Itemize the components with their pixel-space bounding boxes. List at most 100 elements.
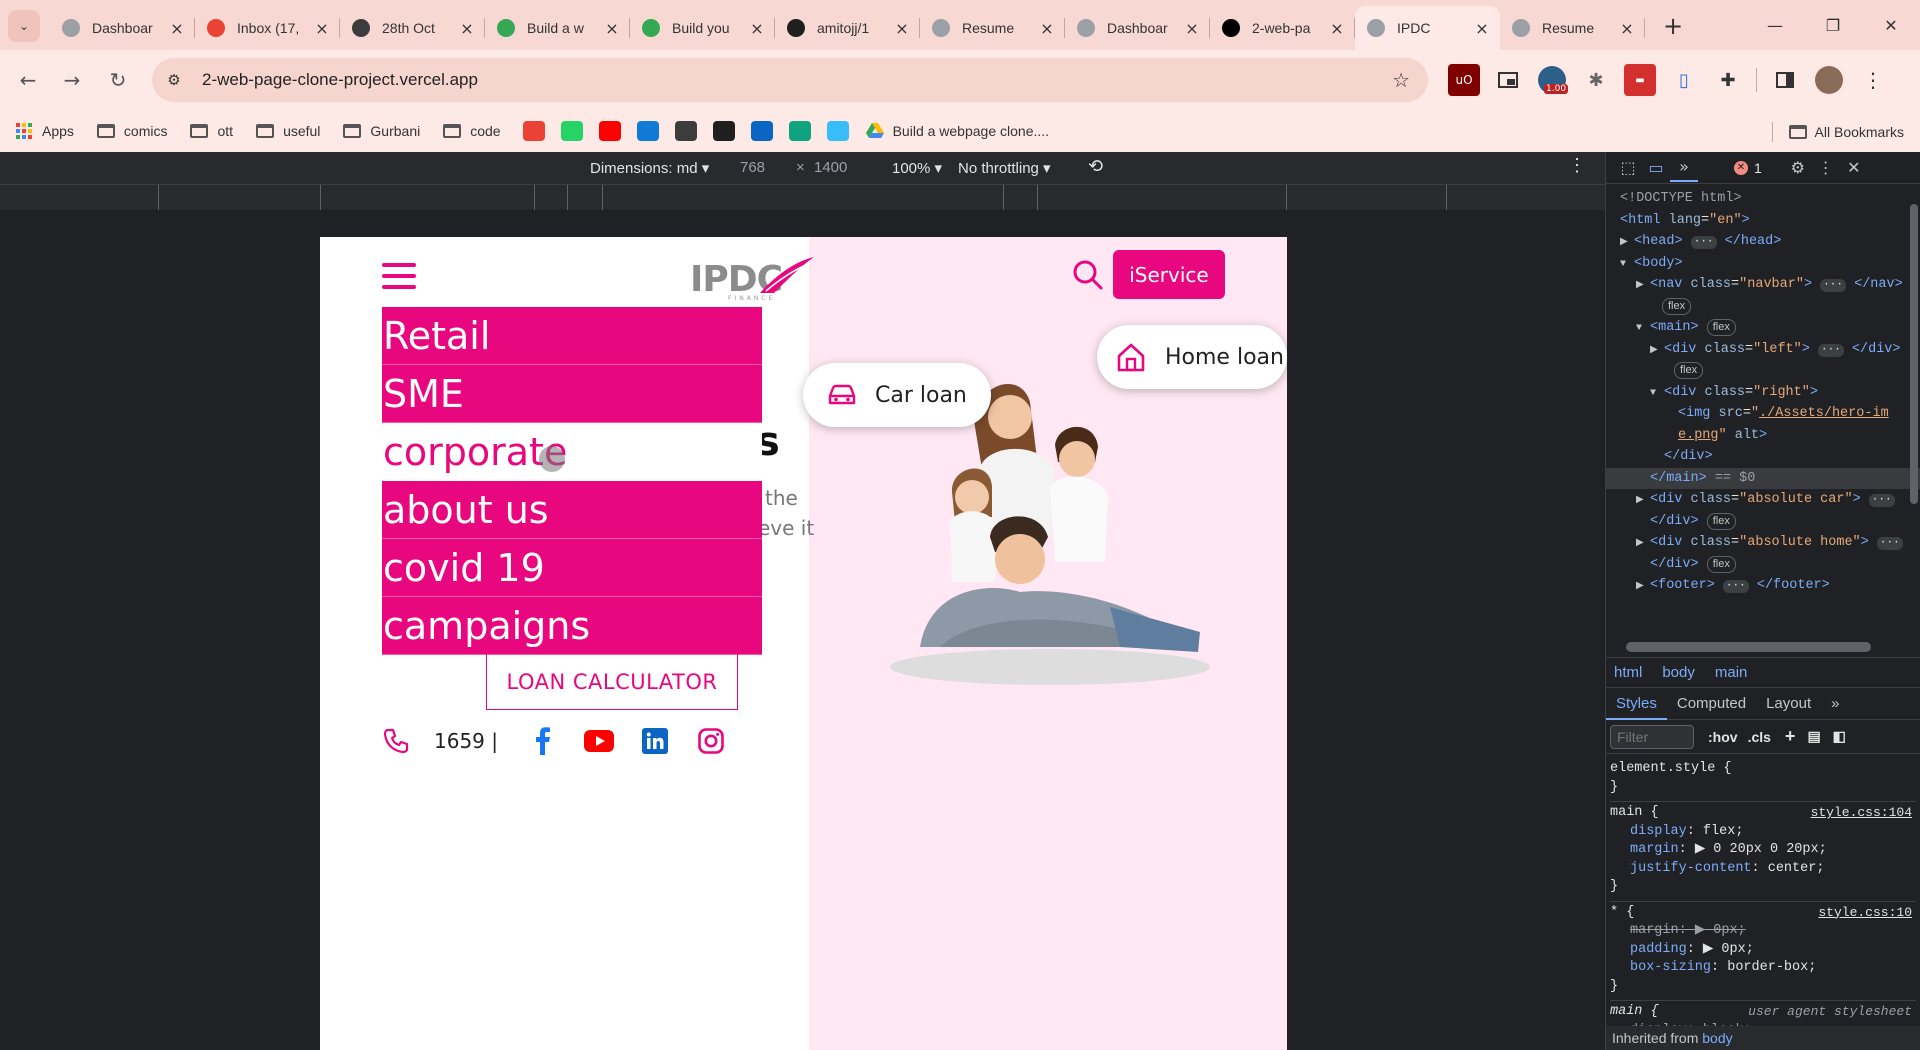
all-bookmarks-button[interactable]: All Bookmarks bbox=[1771, 122, 1904, 142]
reload-button[interactable]: ↻ bbox=[102, 64, 134, 96]
car-loan-pill[interactable]: Car loan bbox=[803, 363, 991, 427]
inherited-link[interactable]: body bbox=[1702, 1030, 1732, 1046]
height-input[interactable]: 1400 bbox=[814, 159, 847, 176]
avatar[interactable] bbox=[1813, 64, 1845, 96]
site-info-button[interactable]: ⚙ bbox=[156, 62, 192, 98]
dom-node[interactable]: <html lang="en"> bbox=[1606, 210, 1920, 232]
bookmark-star-icon[interactable]: ☆ bbox=[1392, 68, 1410, 92]
menu-item[interactable]: SME bbox=[382, 365, 762, 423]
dom-node[interactable]: <!DOCTYPE html> bbox=[1606, 188, 1920, 210]
minimize-button[interactable]: — bbox=[1746, 0, 1804, 50]
error-counter[interactable]: ✕ 1 bbox=[1734, 160, 1762, 176]
home-loan-pill[interactable]: Home loan bbox=[1097, 325, 1287, 389]
close-tab-icon[interactable]: × bbox=[1474, 19, 1490, 38]
new-tab-button[interactable]: + bbox=[1655, 8, 1691, 44]
css-declaration[interactable]: box-sizing: border-box; bbox=[1610, 959, 1916, 978]
back-button[interactable]: ← bbox=[12, 64, 44, 96]
close-tab-icon[interactable]: × bbox=[604, 19, 620, 38]
horizontal-scrollbar[interactable] bbox=[1606, 636, 1920, 658]
dom-node[interactable]: ▶ <head> ··· </head> bbox=[1606, 231, 1920, 253]
bookmark-item[interactable]: comics bbox=[96, 123, 167, 139]
css-declaration[interactable]: margin: ▶ 0 20px 0 20px; bbox=[1610, 841, 1916, 860]
menu-item[interactable]: about us bbox=[382, 481, 762, 539]
linkedin-icon[interactable] bbox=[640, 726, 670, 756]
cls-toggle[interactable]: .cls bbox=[1748, 729, 1771, 745]
bookmark-item[interactable]: ott bbox=[189, 123, 233, 139]
more-options-icon[interactable]: ⋮ bbox=[1568, 155, 1586, 176]
css-declaration[interactable]: display: flex; bbox=[1610, 823, 1916, 842]
source-link[interactable]: style.css:10 bbox=[1818, 904, 1912, 923]
bookmark-item[interactable]: code bbox=[442, 123, 501, 139]
youtube-icon[interactable] bbox=[584, 726, 614, 756]
menu-item[interactable]: covid 19 bbox=[382, 539, 762, 597]
bookmark-icon-item[interactable] bbox=[674, 121, 697, 141]
bookmark-item[interactable]: useful bbox=[255, 123, 320, 139]
dom-node[interactable]: ▶ <div class="absolute home"> ··· bbox=[1606, 532, 1920, 554]
bookmark-drive-item[interactable]: Build a webpage clone.... bbox=[865, 123, 1049, 139]
more-tabs-icon[interactable]: » bbox=[1821, 688, 1849, 720]
dom-node[interactable]: ▶ <nav class="navbar"> ··· </nav> bbox=[1606, 274, 1920, 296]
new-rule-icon[interactable]: + bbox=[1785, 726, 1796, 747]
iservice-button[interactable]: iService bbox=[1113, 250, 1225, 299]
menu-item[interactable]: campaigns bbox=[382, 597, 762, 655]
devtools-more-icon[interactable]: ⋮ bbox=[1812, 154, 1840, 182]
close-tab-icon[interactable]: × bbox=[749, 19, 765, 38]
dom-node[interactable]: e.png" alt> bbox=[1606, 425, 1920, 447]
bookmark-item[interactable]: Apps bbox=[14, 123, 74, 139]
tab-search-button[interactable]: ⌄ bbox=[8, 10, 40, 42]
styles-tab[interactable]: Computed bbox=[1667, 688, 1756, 720]
ipdc-logo[interactable]: IPDC FINANCE bbox=[690, 257, 814, 303]
browser-tab[interactable]: IPDC × bbox=[1355, 6, 1500, 50]
inspect-element-icon[interactable]: ⬚ bbox=[1614, 154, 1642, 182]
dom-node[interactable]: </div> bbox=[1606, 446, 1920, 468]
docs-extension-icon[interactable]: ▯ bbox=[1668, 64, 1700, 96]
dom-node[interactable]: ▼ <main> flex bbox=[1606, 317, 1920, 339]
bookmark-icon-item[interactable] bbox=[788, 121, 811, 141]
dom-node[interactable]: flex bbox=[1606, 296, 1920, 318]
search-icon[interactable] bbox=[1070, 257, 1106, 293]
breadcrumb-item[interactable]: body bbox=[1662, 664, 1695, 681]
restore-button[interactable]: ❐ bbox=[1804, 0, 1862, 50]
facebook-icon[interactable] bbox=[528, 726, 558, 756]
styles-filter-input[interactable] bbox=[1610, 724, 1694, 749]
close-tab-icon[interactable]: × bbox=[1619, 19, 1635, 38]
dom-node[interactable]: ▼ <body> bbox=[1606, 253, 1920, 275]
browser-tab[interactable]: Resume × bbox=[1500, 6, 1645, 50]
width-input[interactable]: 768 bbox=[740, 159, 765, 176]
close-tab-icon[interactable]: × bbox=[894, 19, 910, 38]
zoom-dropdown[interactable]: 100% ▾ bbox=[892, 159, 942, 177]
url-text[interactable]: 2-web-page-clone-project.vercel.app bbox=[202, 70, 478, 90]
instagram-icon[interactable] bbox=[696, 726, 726, 756]
more-tabs-icon[interactable]: » bbox=[1670, 154, 1698, 182]
more-menu-icon[interactable]: ⋮ bbox=[1857, 64, 1889, 96]
css-declaration[interactable]: justify-content: center; bbox=[1610, 860, 1916, 879]
close-devtools-icon[interactable]: ✕ bbox=[1840, 154, 1868, 182]
dom-node[interactable]: ▶ <div class="absolute car"> ··· bbox=[1606, 489, 1920, 511]
hamburger-menu-icon[interactable] bbox=[382, 263, 416, 291]
source-link[interactable]: style.css:104 bbox=[1811, 804, 1912, 823]
toggle-sidebar-icon[interactable]: ◧ bbox=[1833, 728, 1846, 745]
dom-node[interactable]: </div> flex bbox=[1606, 511, 1920, 533]
bug-icon[interactable]: ✱ bbox=[1580, 64, 1612, 96]
phone-icon[interactable] bbox=[382, 727, 410, 755]
media-query-bar[interactable] bbox=[0, 184, 1605, 211]
dom-node[interactable]: </div> flex bbox=[1606, 554, 1920, 576]
close-tab-icon[interactable]: × bbox=[1184, 19, 1200, 38]
rotate-icon[interactable]: ⟲ bbox=[1088, 156, 1103, 177]
bookmark-icon-item[interactable] bbox=[712, 121, 735, 141]
screencast-extension-icon[interactable]: ▬ bbox=[1624, 64, 1656, 96]
puzzle-icon[interactable]: ✚ bbox=[1712, 64, 1744, 96]
bookmark-icon-item[interactable] bbox=[826, 121, 849, 141]
close-tab-icon[interactable]: × bbox=[314, 19, 330, 38]
css-selector[interactable]: main { bbox=[1610, 805, 1659, 820]
bookmark-icon-item[interactable] bbox=[598, 121, 621, 141]
breadcrumb-item[interactable]: html bbox=[1614, 664, 1642, 681]
browser-tab[interactable]: Build you × bbox=[630, 6, 775, 50]
browser-tab[interactable]: Dashboar × bbox=[50, 6, 195, 50]
close-window-button[interactable]: ✕ bbox=[1862, 0, 1920, 50]
dom-node[interactable]: <img src="./Assets/hero-im bbox=[1606, 403, 1920, 425]
css-selector[interactable]: * { bbox=[1610, 905, 1634, 920]
loan-calculator-button[interactable]: LOAN CALCULATOR bbox=[486, 654, 738, 710]
close-tab-icon[interactable]: × bbox=[1329, 19, 1345, 38]
bookmark-icon-item[interactable] bbox=[560, 121, 583, 141]
